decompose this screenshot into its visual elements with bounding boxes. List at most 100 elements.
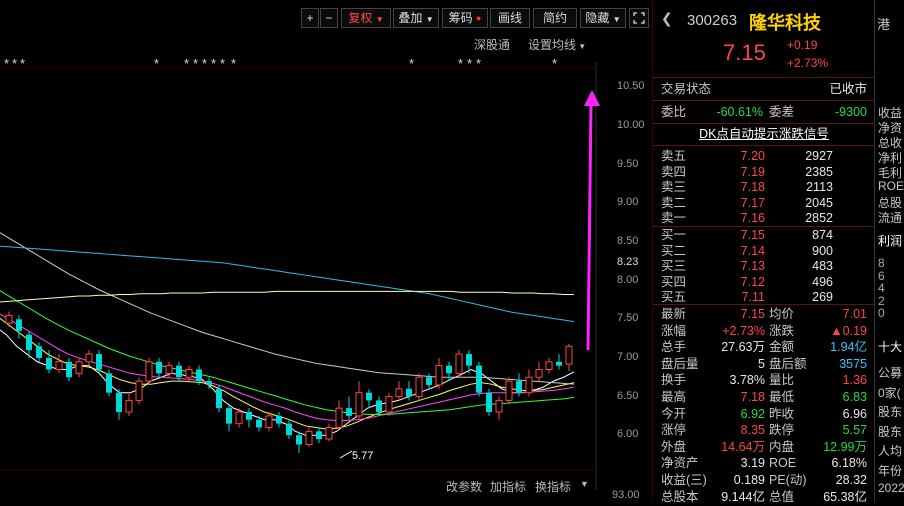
candle-body (385, 396, 393, 413)
candle (226, 404, 232, 432)
candle-body (545, 361, 553, 370)
candle-body (176, 365, 182, 378)
event-mark[interactable]: * (476, 56, 481, 71)
notification-dot-icon: ● (475, 13, 482, 23)
zoom-out-button[interactable]: − (320, 8, 338, 28)
shengutong-link[interactable]: 深股通 (474, 36, 510, 53)
chouma-button[interactable]: 筹码 ● (442, 8, 488, 28)
event-mark[interactable]: * (154, 56, 159, 71)
expand-icon[interactable] (629, 8, 649, 28)
candle-body (525, 376, 533, 394)
hk-tab[interactable]: 港 (877, 14, 890, 33)
candle (265, 412, 273, 432)
stat-label: 总手 (661, 340, 687, 355)
quote-panel: ❮ 300263 隆华科技 7.15 +0.19 +2.73% 交易状态 已收市… (652, 0, 875, 504)
event-mark[interactable]: * (211, 56, 216, 71)
candle (476, 361, 482, 397)
add-indicator-link[interactable]: 加指标 (490, 478, 526, 495)
candle (106, 369, 112, 397)
stat-label: PE(动) (769, 473, 807, 487)
event-mark[interactable]: * (184, 56, 189, 71)
diejia-dropdown[interactable]: 叠加 ▼ (393, 8, 439, 28)
event-mark[interactable]: * (202, 56, 207, 71)
chouma-label: 筹码 (448, 11, 473, 25)
candle (495, 396, 503, 420)
candle-body (366, 392, 372, 401)
ma-settings-label: 设置均线 (528, 38, 577, 52)
stat-row: 涨幅 +2.73% 涨跌 ▲0.19 (653, 322, 875, 340)
side-item: 股东 (878, 405, 903, 419)
stat-value: +2.73% (722, 323, 765, 338)
candle (426, 373, 432, 389)
stat-row: 外盘 14.64万 内盘 12.99万 (653, 438, 875, 456)
candle (415, 373, 423, 401)
candle-body (276, 415, 282, 424)
yincang-dropdown[interactable]: 隐藏 ▼ (580, 8, 626, 28)
stat-value: 9.144亿 (721, 489, 765, 504)
prev-stock-icon[interactable]: ❮ (661, 10, 673, 27)
zoom-in-button[interactable]: + (301, 8, 319, 28)
price-change-pct: +2.73% (787, 56, 829, 70)
stat-label: 盘后量 (661, 356, 699, 371)
candle (435, 357, 443, 389)
price-change: +0.19 (787, 38, 818, 52)
side-section-title: 利润 (878, 234, 903, 248)
candle (5, 311, 13, 327)
price-tick-label: 9.00 (617, 196, 639, 209)
candle (325, 423, 333, 442)
huaxian-button[interactable]: 画线 (490, 8, 530, 28)
side-item: 0家( (878, 385, 901, 400)
event-mark[interactable]: * (193, 56, 198, 71)
divider (653, 100, 875, 101)
stat-row: 收益(三) 0.189 PE(动) 28.32 (653, 471, 875, 489)
change-params-link[interactable]: 改参数 (446, 478, 482, 495)
stat-label: 跌停 (769, 423, 795, 438)
candle (286, 419, 292, 440)
candle-body (256, 419, 262, 428)
fuquan-dropdown[interactable]: 复权 ▼ (341, 8, 391, 28)
event-mark[interactable]: * (409, 56, 414, 71)
yincang-label: 隐藏 (585, 11, 610, 25)
event-mark[interactable]: * (12, 56, 17, 71)
book-price: 7.16 (740, 211, 765, 226)
stat-value: 6.92 (740, 406, 765, 421)
switch-indicator-link[interactable]: 换指标 (535, 478, 571, 495)
side-item: 年份 (878, 463, 903, 478)
event-mark[interactable]: * (467, 56, 472, 71)
stat-row: 总手 27.63万 金额 1.94亿 (653, 338, 875, 356)
candle-body (26, 334, 32, 351)
kline-chart[interactable]: 5.77 + − 复权 ▼ 叠加 ▼ 筹码 ● 画线 简约 隐藏 ▼ 深股通 设… (0, 0, 652, 502)
event-mark[interactable]: * (220, 56, 225, 71)
ma-settings-link[interactable]: 设置均线 ▼ (528, 36, 586, 53)
candle-body (75, 361, 83, 374)
event-mark[interactable]: * (458, 56, 463, 71)
stat-value: 6.83 (842, 390, 867, 404)
side-item: 股东 (878, 424, 903, 439)
stat-row: 最高 7.18 最低 6.83 (653, 388, 875, 406)
side-item: 公募 (878, 366, 903, 380)
event-mark[interactable]: * (231, 56, 236, 71)
event-mark[interactable]: * (552, 56, 557, 71)
stock-code: 300263 (687, 12, 738, 29)
candle-body (216, 388, 222, 409)
price-tick-label: 8.00 (617, 273, 639, 286)
stat-label: ROE (769, 456, 797, 471)
event-mark[interactable]: * (4, 56, 9, 71)
candle (316, 427, 322, 443)
candle-body (246, 412, 252, 420)
chevron-down-icon[interactable]: ▼ (580, 479, 589, 489)
weicha-label: 委差 (769, 105, 795, 119)
book-label: 卖一 (661, 211, 687, 226)
candle (346, 396, 352, 420)
stat-label: 均价 (769, 307, 795, 321)
stat-label: 换手 (661, 373, 687, 388)
jianyue-button[interactable]: 简约 (533, 8, 577, 28)
candle-body (395, 388, 403, 398)
candle-body (435, 365, 443, 386)
signal-link[interactable]: DK点自动提示涨跌信号 (653, 125, 875, 143)
stat-value: 3575 (839, 356, 867, 371)
event-mark[interactable]: * (20, 56, 25, 71)
candle-body (535, 369, 543, 378)
stat-value: ▲0.19 (830, 323, 867, 338)
candle (455, 350, 463, 378)
